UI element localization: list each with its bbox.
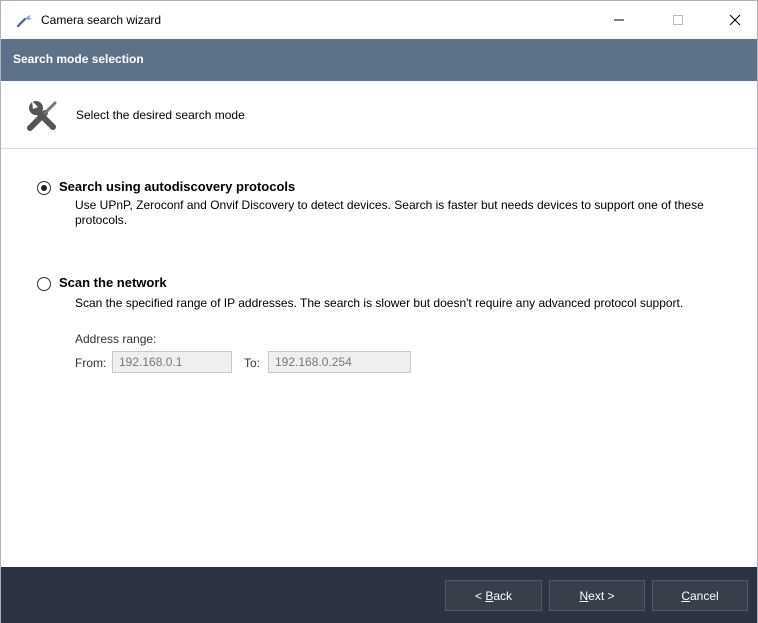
address-range-label: Address range: bbox=[75, 332, 157, 346]
step-description-text: Select the desired search mode bbox=[76, 108, 245, 122]
minimize-button[interactable] bbox=[596, 1, 642, 39]
title-bar[interactable]: Camera search wizard bbox=[1, 1, 757, 39]
wizard-footer: < Back Next > Cancel bbox=[1, 567, 757, 623]
close-button[interactable] bbox=[712, 1, 758, 39]
step-description: Select the desired search mode bbox=[1, 81, 757, 149]
to-ip-input[interactable]: 192.168.0.254 bbox=[268, 351, 411, 373]
tools-icon bbox=[23, 95, 63, 135]
cancel-mnemonic: C bbox=[681, 588, 690, 603]
scan-network-radio[interactable] bbox=[37, 277, 51, 291]
next-rest: ext > bbox=[588, 588, 615, 603]
wizard-window: Camera search wizard Search mode selecti… bbox=[0, 0, 758, 623]
window-title: Camera search wizard bbox=[41, 13, 162, 27]
scan-network-label[interactable]: Scan the network bbox=[59, 275, 167, 290]
back-prefix: < bbox=[474, 588, 486, 603]
next-button[interactable]: Next > bbox=[549, 580, 645, 611]
page-title: Search mode selection bbox=[13, 52, 144, 66]
back-button[interactable]: < Back bbox=[445, 580, 542, 611]
back-rest: ack bbox=[493, 588, 513, 603]
next-mnemonic: N bbox=[579, 588, 589, 603]
scan-network-description: Scan the specified range of IP addresses… bbox=[75, 296, 684, 310]
maximize-button[interactable] bbox=[655, 1, 701, 39]
from-ip-input[interactable]: 192.168.0.1 bbox=[112, 351, 232, 373]
wrench-icon bbox=[16, 12, 34, 28]
autodiscovery-description: Use UPnP, Zeroconf and Onvif Discovery t… bbox=[75, 198, 704, 227]
cancel-rest: ancel bbox=[689, 588, 719, 603]
to-label: To: bbox=[244, 356, 261, 370]
cancel-button[interactable]: Cancel bbox=[652, 580, 748, 611]
back-mnemonic: B bbox=[485, 588, 494, 603]
autodiscovery-label[interactable]: Search using autodiscovery protocols bbox=[59, 179, 295, 194]
autodiscovery-radio[interactable] bbox=[37, 181, 51, 195]
page-header: Search mode selection bbox=[1, 39, 757, 81]
from-label: From: bbox=[75, 356, 107, 370]
